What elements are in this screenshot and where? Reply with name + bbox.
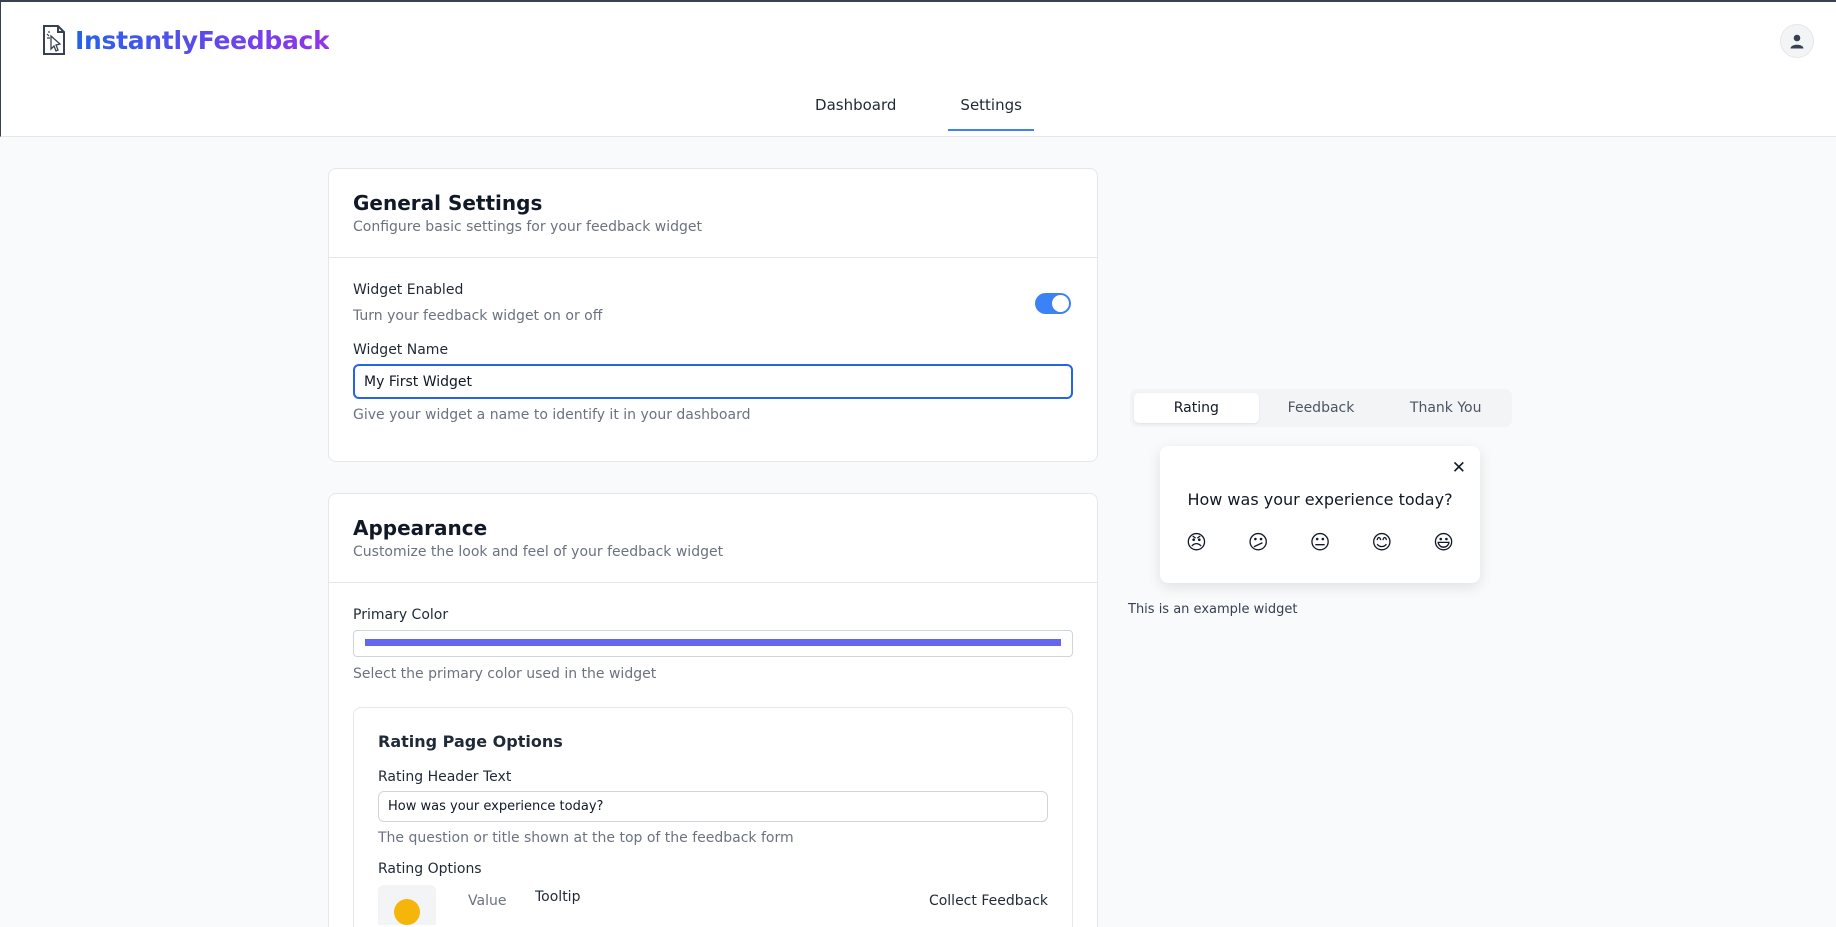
brand-logo[interactable]: InstantlyFeedback xyxy=(41,24,330,56)
preview-tab-rating[interactable]: Rating xyxy=(1134,393,1259,423)
rating-option-value-label: Value xyxy=(468,893,507,909)
confused-face-icon[interactable]: 😕 xyxy=(1248,530,1269,554)
general-settings-header: General Settings Configure basic setting… xyxy=(329,169,1097,258)
rating-header-text-input[interactable] xyxy=(378,791,1048,822)
rating-options-header-row: Value Tooltip Collect Feedback xyxy=(378,885,1048,925)
primary-color-picker[interactable] xyxy=(353,630,1073,657)
emoji-face-icon xyxy=(394,899,420,925)
primary-color-swatch xyxy=(365,639,1061,646)
top-bar: InstantlyFeedback Dashboard Settings xyxy=(0,0,1836,137)
widget-enabled-help: Turn your feedback widget on or off xyxy=(353,308,603,324)
widget-enabled-toggle[interactable] xyxy=(1035,292,1071,314)
appearance-description: Customize the look and feel of your feed… xyxy=(353,544,724,560)
rating-option-tooltip-label: Tooltip xyxy=(535,889,581,905)
user-avatar-button[interactable] xyxy=(1780,24,1814,58)
rating-emoji-row: 😠 😕 😐 😊 😃 xyxy=(1178,530,1462,554)
general-settings-title: General Settings xyxy=(353,191,543,215)
rating-header-text-label: Rating Header Text xyxy=(378,769,512,785)
general-settings-description: Configure basic settings for your feedba… xyxy=(353,219,702,235)
angry-face-icon[interactable]: 😠 xyxy=(1186,530,1207,554)
close-icon[interactable]: ✕ xyxy=(1452,458,1466,478)
primary-color-help: Select the primary color used in the wid… xyxy=(353,666,657,682)
appearance-header: Appearance Customize the look and feel o… xyxy=(329,494,1097,583)
primary-color-label: Primary Color xyxy=(353,607,449,623)
widget-name-input[interactable] xyxy=(353,364,1073,399)
tab-settings[interactable]: Settings xyxy=(948,90,1034,131)
main-nav: Dashboard Settings xyxy=(1,90,1836,131)
example-widget-note: This is an example widget xyxy=(1128,602,1298,617)
widget-name-label: Widget Name xyxy=(353,342,449,358)
rating-option-emoji-button[interactable] xyxy=(378,885,436,925)
rating-header-text-help: The question or title shown at the top o… xyxy=(378,830,794,846)
preview-tab-thank-you[interactable]: Thank You xyxy=(1383,393,1508,423)
document-cursor-icon xyxy=(43,25,65,55)
widget-preview: ✕ How was your experience today? 😠 😕 😐 😊… xyxy=(1160,446,1480,583)
appearance-title: Appearance xyxy=(353,516,488,540)
grinning-face-icon[interactable]: 😃 xyxy=(1433,530,1454,554)
rating-option-collect-feedback-label: Collect Feedback xyxy=(928,893,1048,909)
widget-enabled-row: Widget Enabled Turn your feedback widget… xyxy=(353,282,1073,324)
rating-page-options-title: Rating Page Options xyxy=(378,732,563,751)
preview-tab-feedback[interactable]: Feedback xyxy=(1259,393,1384,423)
widget-question: How was your experience today? xyxy=(1187,490,1453,509)
brand-name: InstantlyFeedback xyxy=(75,25,330,55)
smiling-face-icon[interactable]: 😊 xyxy=(1371,530,1392,554)
widget-enabled-label: Widget Enabled xyxy=(353,282,464,298)
appearance-card: Appearance Customize the look and feel o… xyxy=(328,493,1098,927)
rating-options-label: Rating Options xyxy=(378,861,482,877)
preview-tabs: Rating Feedback Thank You xyxy=(1130,389,1512,427)
widget-name-help: Give your widget a name to identify it i… xyxy=(353,407,751,423)
general-settings-card: General Settings Configure basic setting… xyxy=(328,168,1098,462)
neutral-face-icon[interactable]: 😐 xyxy=(1310,530,1331,554)
user-icon xyxy=(1790,34,1804,49)
rating-page-options-card: Rating Page Options Rating Header Text T… xyxy=(353,707,1073,927)
tab-dashboard[interactable]: Dashboard xyxy=(803,90,908,131)
